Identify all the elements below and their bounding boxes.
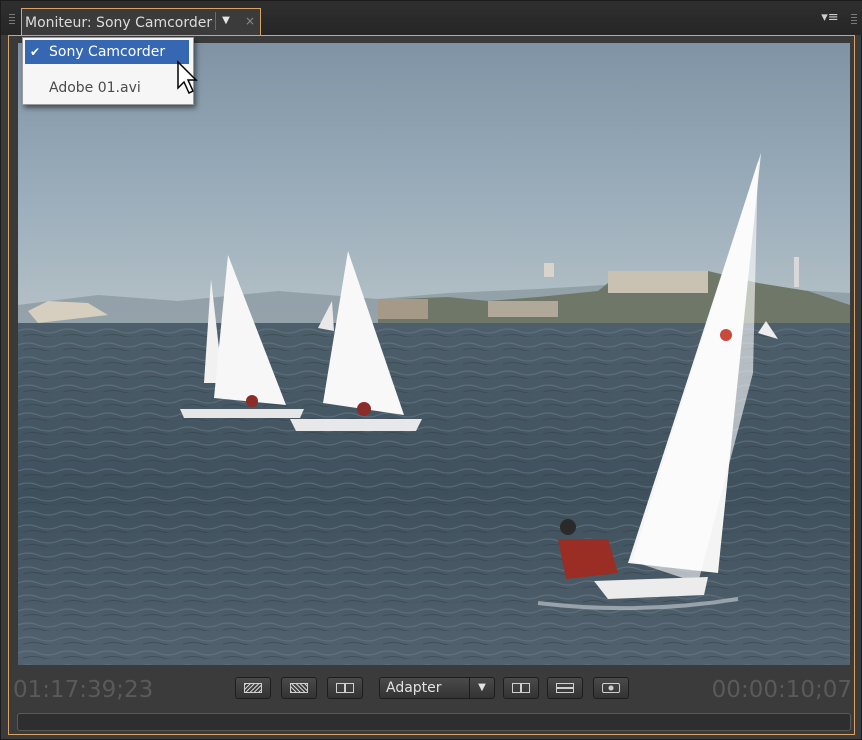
menu-item-sony-camcorder[interactable]: ✔ Sony Camcorder xyxy=(25,40,189,64)
tab-monitor[interactable]: Moniteur: Sony Camcorder ▼ × xyxy=(21,8,261,35)
fit-frame-icon xyxy=(556,683,574,693)
menu-item-adobe-01-avi[interactable]: Adobe 01.avi xyxy=(25,76,189,100)
monitor-controls: 01:17:39;23 Adapter ▼ 00:00:10;07 xyxy=(9,665,854,711)
menu-item-label: Adobe 01.avi xyxy=(49,80,141,96)
tab-title[interactable]: Moniteur: Sony Camcorder xyxy=(25,13,212,33)
panel-menu-icon[interactable]: ▾≡ xyxy=(819,9,841,27)
compare-view-button[interactable] xyxy=(503,677,539,699)
zoom-value: Adapter xyxy=(386,680,442,696)
menu-item-label: Sony Camcorder xyxy=(49,44,166,60)
fit-frame-button[interactable] xyxy=(547,677,583,699)
output-mode-icon xyxy=(290,683,308,693)
compare-view-icon xyxy=(512,683,530,693)
source-dropdown-button[interactable]: ▼ xyxy=(215,12,236,30)
split-view-button[interactable] xyxy=(327,677,363,699)
duration-display[interactable]: 00:00:10;07 xyxy=(712,675,852,705)
chevron-down-icon[interactable]: ▼ xyxy=(469,678,494,698)
timeline-scrollbar[interactable] xyxy=(17,713,851,731)
camera-icon xyxy=(602,683,620,693)
video-frame-image xyxy=(18,43,850,665)
close-icon[interactable]: × xyxy=(245,14,255,28)
checkmark-icon: ✔ xyxy=(30,45,41,59)
panel-grip-icon[interactable] xyxy=(9,14,15,26)
split-view-icon xyxy=(336,683,354,693)
export-frame-button[interactable] xyxy=(593,677,629,699)
monitor-panel: Moniteur: Sony Camcorder ▼ × ▾≡ ✔ Sony C… xyxy=(0,0,862,740)
video-preview[interactable] xyxy=(18,43,850,665)
current-time-display[interactable]: 01:17:39;23 xyxy=(13,675,153,705)
panel-grip-right-icon[interactable] xyxy=(851,14,857,26)
source-dropdown-menu: ✔ Sony Camcorder Adobe 01.avi xyxy=(22,37,194,105)
panel-tab-bar: Moniteur: Sony Camcorder ▼ × ▾≡ xyxy=(1,1,862,35)
safe-margins-icon xyxy=(244,683,262,693)
output-mode-button[interactable] xyxy=(281,677,317,699)
safe-margins-button[interactable] xyxy=(235,677,271,699)
mouse-pointer-icon xyxy=(177,60,198,95)
zoom-select[interactable]: Adapter ▼ xyxy=(379,677,495,699)
